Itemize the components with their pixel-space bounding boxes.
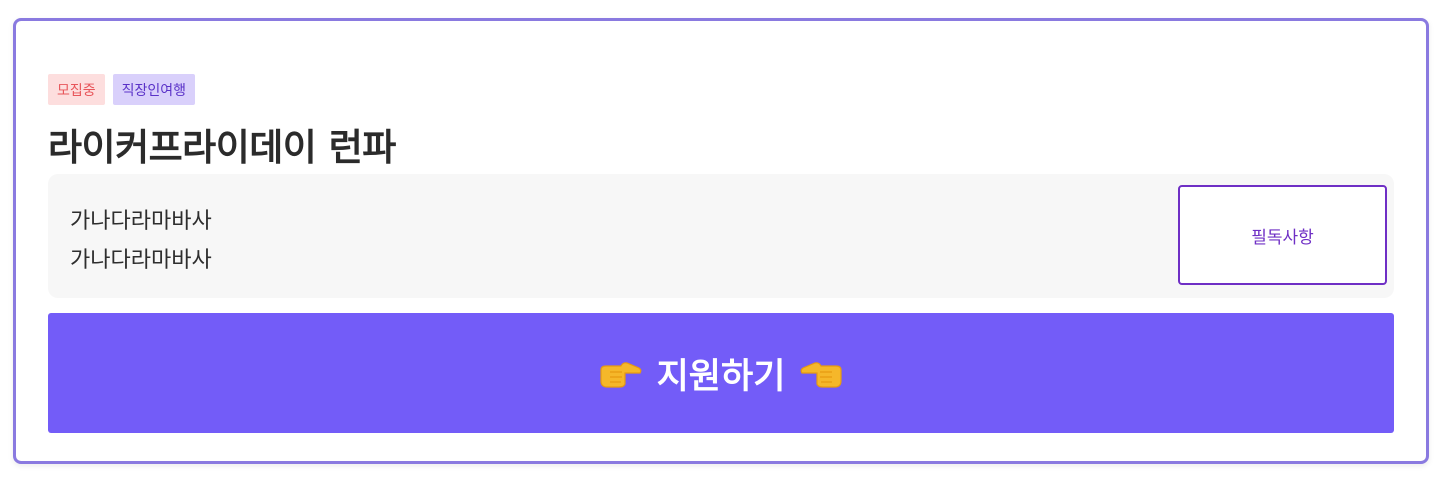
hand-pointing-right-icon (599, 362, 641, 388)
trip-info-box: 가나다라마바사 가나다라마바사 필독사항 (48, 174, 1394, 298)
apply-button[interactable]: 지원하기 (48, 313, 1394, 433)
trip-description: 가나다라마바사 가나다라마바사 (70, 202, 212, 280)
category-badge: 직장인여행 (112, 74, 196, 105)
notice-button[interactable]: 필독사항 (1178, 185, 1387, 285)
description-line: 가나다라마바사 (70, 209, 212, 234)
hand-pointing-left-icon (801, 362, 843, 388)
trip-card: 모집중 직장인여행 라이커프라이데이 런파 가나다라마바사 가나다라마바사 필독… (13, 18, 1429, 464)
recruiting-status-badge: 모집중 (48, 74, 105, 105)
description-line: 가나다라마바사 (70, 248, 212, 273)
trip-title: 라이커프라이데이 런파 (48, 126, 396, 169)
badge-group: 모집중 직장인여행 (48, 74, 196, 105)
apply-label: 지원하기 (656, 356, 786, 397)
